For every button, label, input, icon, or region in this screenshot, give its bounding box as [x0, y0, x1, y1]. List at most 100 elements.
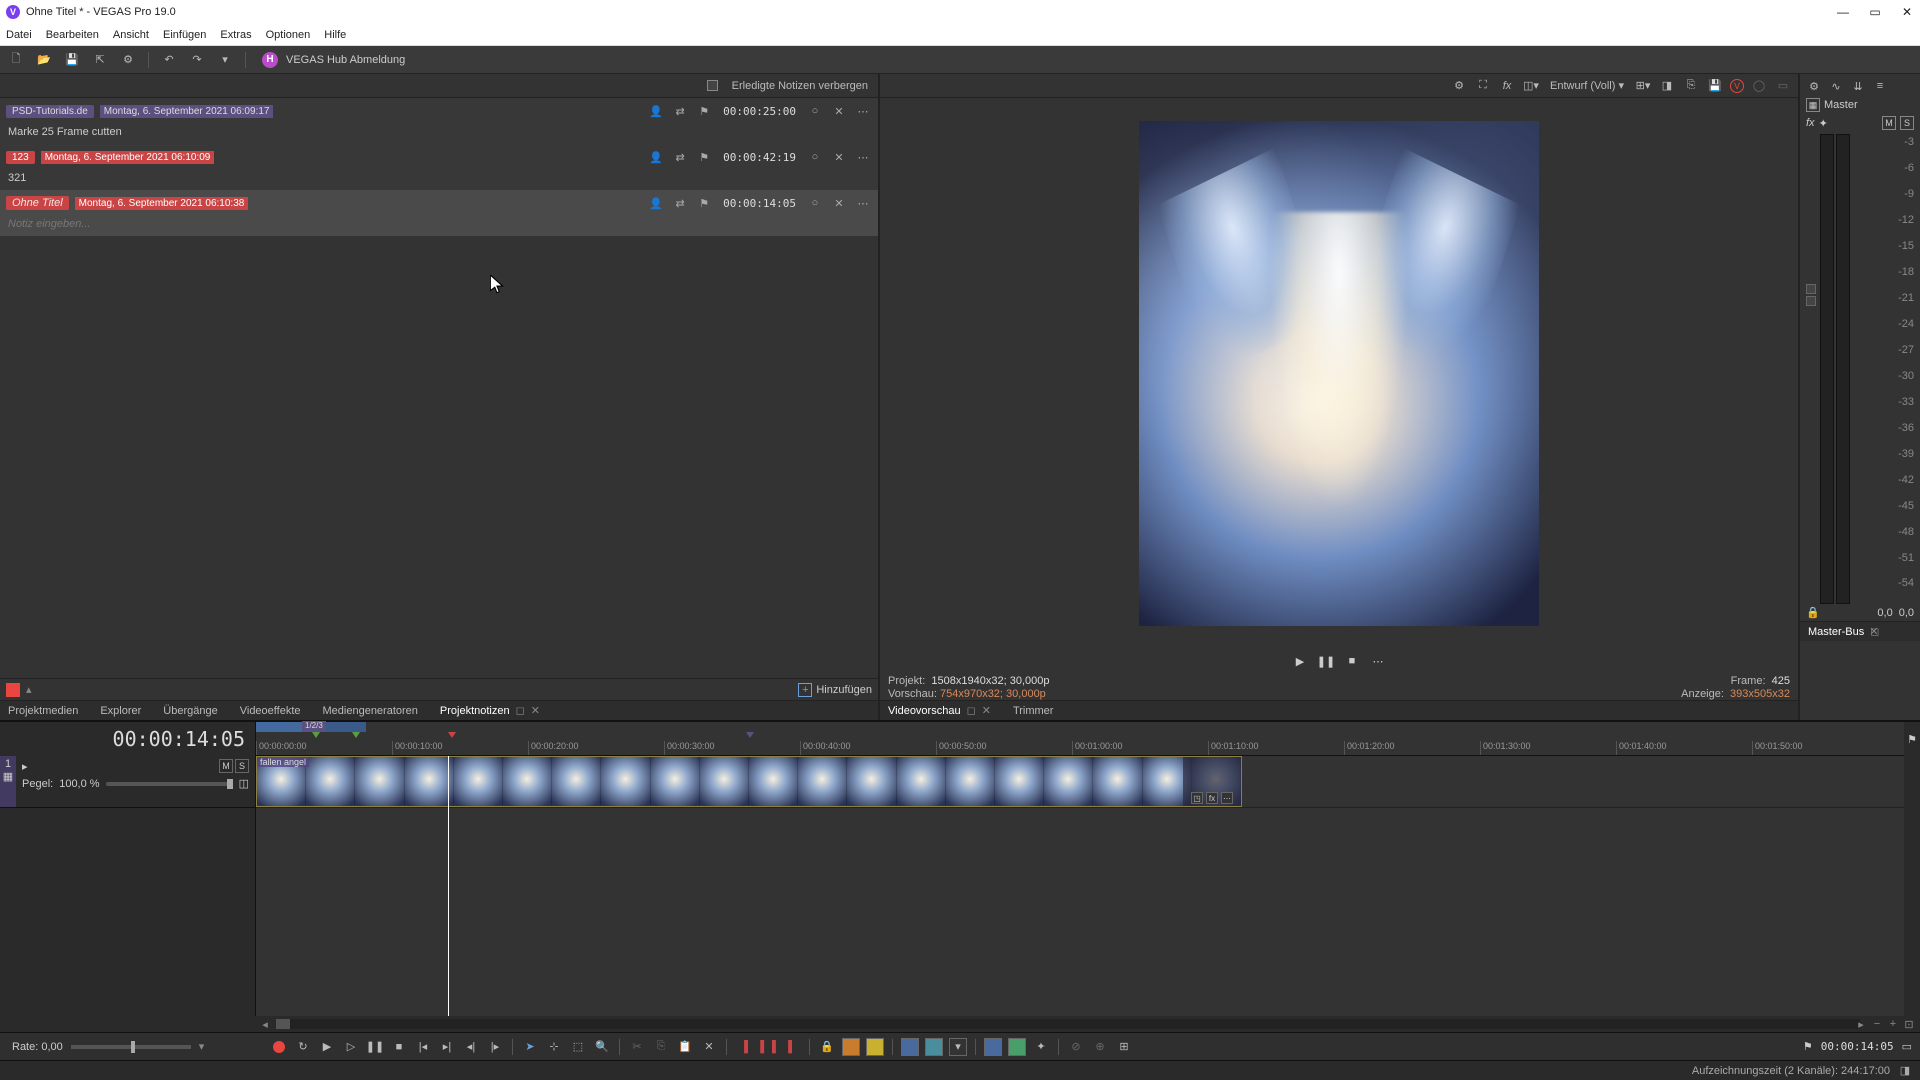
envelope-tool[interactable]: ⊹ — [545, 1038, 563, 1056]
preview-more-icon[interactable]: ⋯ — [1370, 653, 1386, 669]
go-start-button[interactable]: |◂ — [414, 1038, 432, 1056]
tab-master-bus[interactable]: Master-Bus — [1808, 626, 1864, 638]
timeline-hscroll[interactable]: ◂ ▸ − + ⊡ — [0, 1016, 1920, 1032]
pause-button[interactable]: ❚❚ — [366, 1038, 384, 1056]
note-more-icon[interactable]: ⋯ — [854, 102, 872, 120]
level-slider[interactable] — [106, 782, 233, 786]
region-marker[interactable] — [322, 722, 366, 732]
save-icon[interactable]: 💾 — [62, 50, 82, 70]
master-output-icon[interactable]: ≡ — [1872, 78, 1888, 94]
note-delete-icon[interactable]: ✕ — [830, 148, 848, 166]
cut-button[interactable]: ✂ — [628, 1038, 646, 1056]
tab-uebergaenge[interactable]: Übergänge — [163, 705, 217, 717]
note-delete-icon[interactable]: ✕ — [830, 102, 848, 120]
auto-crossfade-button[interactable] — [984, 1038, 1002, 1056]
note-tag[interactable]: PSD-Tutorials.de — [6, 105, 94, 118]
record-button[interactable] — [270, 1038, 288, 1056]
trim-end-button[interactable]: ▌ — [783, 1038, 801, 1056]
clip-more-icon[interactable]: ⋯ — [1221, 792, 1233, 804]
copy-button[interactable]: ⎘ — [652, 1038, 670, 1056]
preview-external-icon[interactable]: ⛶ — [1474, 77, 1492, 95]
tab-videoeffekte[interactable]: Videoeffekte — [240, 705, 301, 717]
playhead[interactable] — [448, 756, 449, 1016]
step-back-button[interactable]: ◂| — [462, 1038, 480, 1056]
tab-undock-icon[interactable]: ◻ — [967, 704, 976, 717]
preview-opt1-icon[interactable]: ◯ — [1750, 77, 1768, 95]
auto-save-button[interactable] — [1008, 1038, 1026, 1056]
note-delete-icon[interactable]: ✕ — [830, 194, 848, 212]
event-pan-button[interactable]: ⊕ — [1091, 1038, 1109, 1056]
note-done-icon[interactable]: ○ — [806, 148, 824, 166]
preview-save-icon[interactable]: 💾 — [1706, 77, 1724, 95]
tab-close-icon[interactable]: ✕ — [1869, 625, 1878, 638]
quantize-button[interactable] — [925, 1038, 943, 1056]
tab-explorer[interactable]: Explorer — [100, 705, 141, 717]
track-lane[interactable]: fallen angel ◳ fx ⋯ — [256, 756, 1904, 808]
ignore-grouping-button[interactable]: ⊘ — [1067, 1038, 1085, 1056]
delete-button[interactable]: ✕ — [700, 1038, 718, 1056]
master-solo-button[interactable]: S — [1900, 116, 1914, 130]
note-done-icon[interactable]: ○ — [806, 194, 824, 212]
minimize-button[interactable]: — — [1836, 5, 1850, 19]
region-tool[interactable] — [866, 1038, 884, 1056]
paste-button[interactable]: 📋 — [676, 1038, 694, 1056]
preview-overlay-icon[interactable]: ◨ — [1658, 77, 1676, 95]
master-mute-button[interactable]: M — [1882, 116, 1896, 130]
auto-ripple-button[interactable]: ▾ — [949, 1038, 967, 1056]
preview-settings-icon[interactable]: ⚙ — [1450, 77, 1468, 95]
hide-done-checkbox[interactable] — [707, 80, 718, 91]
rate-slider[interactable] — [71, 1045, 191, 1049]
master-automation-icon[interactable]: ✦ — [1819, 117, 1828, 130]
note-tag[interactable]: Ohne Titel — [6, 196, 69, 210]
menu-bearbeiten[interactable]: Bearbeiten — [46, 29, 99, 41]
marker-tool-icon[interactable]: ⚑ — [1904, 722, 1920, 756]
note-done-icon[interactable]: ○ — [806, 102, 824, 120]
tab-close-icon[interactable]: ✕ — [531, 704, 540, 717]
note-more-icon[interactable]: ⋯ — [854, 148, 872, 166]
note-flag-icon[interactable]: ⚑ — [695, 148, 713, 166]
note-more-icon[interactable]: ⋯ — [854, 194, 872, 212]
hide-done-label[interactable]: Erledigte Notizen verbergen — [728, 80, 872, 92]
undo-dropdown-icon[interactable]: ▾ — [215, 50, 235, 70]
note-body[interactable]: Marke 25 Frame cutten — [0, 124, 878, 144]
preview-split-icon[interactable]: ◫▾ — [1522, 77, 1540, 95]
tab-projektnotizen[interactable]: Projektnotizen — [440, 705, 510, 717]
undo-icon[interactable]: ↶ — [159, 50, 179, 70]
track-number[interactable]: 1 ▦ — [0, 756, 16, 807]
color-dropdown-icon[interactable]: ▴ — [26, 683, 32, 696]
step-fwd-button[interactable]: |▸ — [486, 1038, 504, 1056]
zoom-tool[interactable]: 🔍 — [593, 1038, 611, 1056]
marker-tool[interactable] — [842, 1038, 860, 1056]
note-user-icon[interactable]: 👤 — [647, 102, 665, 120]
play-button[interactable]: ▷ — [342, 1038, 360, 1056]
note-timecode[interactable]: 00:00:42:19 — [719, 151, 800, 164]
nested-button[interactable]: ⊞ — [1115, 1038, 1133, 1056]
note-flag-icon[interactable]: ⚑ — [695, 102, 713, 120]
scroll-right-icon[interactable]: ▸ — [1854, 1018, 1868, 1031]
clip-fx-icon[interactable]: fx — [1206, 792, 1218, 804]
preview-stop-button[interactable]: ■ — [1344, 653, 1360, 669]
snap-button[interactable] — [901, 1038, 919, 1056]
properties-icon[interactable]: ⚙ — [118, 50, 138, 70]
menu-datei[interactable]: Datei — [6, 29, 32, 41]
timeline-ruler[interactable]: 1/2/3 00:00:00:0000:00:10:0000:00:20:000… — [256, 722, 1904, 756]
stop-button[interactable]: ■ — [390, 1038, 408, 1056]
note-timecode[interactable]: 00:00:14:05 — [719, 197, 800, 210]
preview-play-button[interactable]: ▶ — [1292, 653, 1308, 669]
bottom-timecode[interactable]: 00:00:14:05 — [1821, 1040, 1894, 1053]
tab-mediengeneratoren[interactable]: Mediengeneratoren — [323, 705, 418, 717]
zoom-out-icon[interactable]: − — [1870, 1018, 1884, 1031]
add-note-button[interactable]: + Hinzufügen — [798, 683, 872, 697]
zoom-in-icon[interactable]: + — [1886, 1018, 1900, 1031]
note-item[interactable]: 123 Montag, 6. September 2021 06:10:09 👤… — [0, 144, 878, 190]
note-tag[interactable]: 123 — [6, 151, 35, 164]
tab-close-icon[interactable]: ✕ — [982, 704, 991, 717]
lock-button[interactable]: 🔒 — [818, 1038, 836, 1056]
clip-crop-icon[interactable]: ◳ — [1191, 792, 1203, 804]
close-button[interactable]: ✕ — [1900, 5, 1914, 19]
tab-undock-icon[interactable]: ◻ — [516, 704, 525, 717]
trim-start-button[interactable]: ▐ — [735, 1038, 753, 1056]
preview-viewport[interactable] — [880, 98, 1798, 649]
master-downmix-icon[interactable]: ⇊ — [1850, 78, 1866, 94]
preview-pause-button[interactable]: ❚❚ — [1318, 653, 1334, 669]
